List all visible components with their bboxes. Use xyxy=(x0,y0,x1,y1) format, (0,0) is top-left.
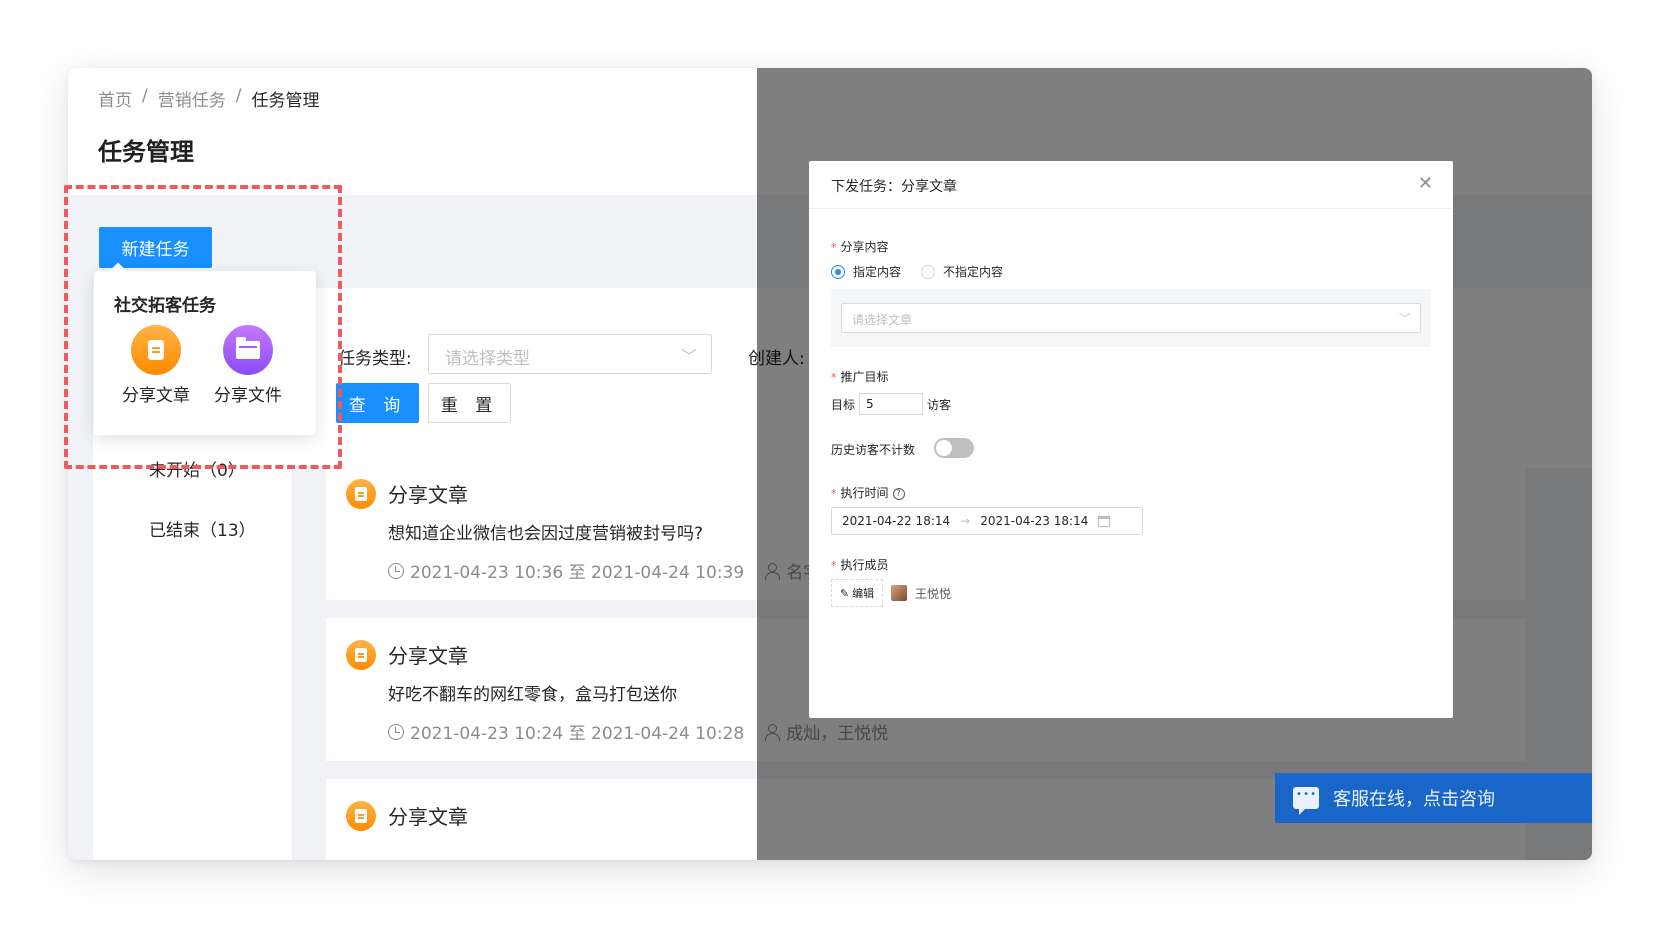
arrow-right-icon: → xyxy=(960,514,971,528)
new-task-popover: 社交拓客任务 分享文章 分享文件 xyxy=(94,271,316,435)
article-box: 请选择文章 ﹀ xyxy=(831,289,1431,347)
help-icon[interactable]: ? xyxy=(892,487,905,500)
goal-prefix: 目标 xyxy=(831,397,856,412)
new-task-button[interactable]: 新建任务 xyxy=(99,227,212,268)
radio-specified[interactable] xyxy=(831,264,845,279)
time-end: 2021-04-23 18:14 xyxy=(980,514,1089,528)
avatar xyxy=(891,585,907,601)
edit-icon: ✎ xyxy=(839,586,850,600)
task-type-label: 任务类型: xyxy=(338,349,412,369)
task-desc: 好吃不翻车的网红零食，盒马打包送你 xyxy=(388,685,677,705)
reset-button[interactable]: 重 置 xyxy=(428,383,511,423)
members-label-text: 执行成员 xyxy=(840,558,889,572)
goal-row: 目标 5 访客 xyxy=(831,393,951,415)
article-icon xyxy=(346,640,376,670)
calendar-icon xyxy=(1098,515,1111,527)
modal-header: 下发任务：分享文章 ✕ xyxy=(809,161,1453,209)
time-label-text: 执行时间 xyxy=(840,486,889,500)
history-toggle[interactable] xyxy=(934,438,974,458)
breadcrumb-parent[interactable]: 营销任务 xyxy=(158,86,226,111)
required-mark: * xyxy=(831,487,837,500)
share-file-option[interactable]: 分享文件 xyxy=(206,325,290,406)
status-ended[interactable]: 已结束（13） xyxy=(149,516,256,541)
popover-title: 社交拓客任务 xyxy=(114,296,216,316)
task-type-select[interactable]: 请选择类型 ﹀ xyxy=(428,334,712,374)
members-label: * 执行成员 xyxy=(831,556,889,573)
breadcrumb-current: 任务管理 xyxy=(251,91,320,111)
task-time: 2021-04-23 10:24 至 2021-04-24 10:28 xyxy=(410,724,745,744)
status-not-started[interactable]: 未开始（0） xyxy=(149,456,245,481)
breadcrumb: 首页 / 营销任务 / 任务管理 xyxy=(98,86,319,111)
required-mark: * xyxy=(831,371,837,384)
chevron-down-icon: ﹀ xyxy=(1399,312,1410,325)
share-article-option[interactable]: 分享文章 xyxy=(114,325,198,406)
history-label: 历史访客不计数 xyxy=(831,443,916,457)
task-desc: 想知道企业微信也会因过度营销被封号吗? xyxy=(388,524,704,544)
task-title: 分享文章 xyxy=(388,483,468,507)
member-row: ✎ 编辑 王悦悦 xyxy=(831,579,951,607)
page-title: 任务管理 xyxy=(98,138,194,166)
clock-icon xyxy=(388,562,404,579)
status-panel: 未开始（0） 已结束（13） xyxy=(93,461,293,860)
task-meta: 2021-04-23 10:36 至 2021-04-24 10:39 名字 xyxy=(388,558,820,583)
task-title: 分享文章 xyxy=(388,644,468,668)
member-name: 王悦悦 xyxy=(915,586,952,601)
chat-icon xyxy=(1293,787,1319,815)
required-mark: * xyxy=(831,241,837,254)
task-time: 2021-04-23 10:36 至 2021-04-24 10:39 xyxy=(410,563,745,583)
time-label: * 执行时间? xyxy=(831,484,905,501)
article-icon xyxy=(131,325,181,375)
task-title: 分享文章 xyxy=(388,805,468,829)
option-label: 分享文件 xyxy=(214,386,282,406)
share-content-label: * 分享内容 xyxy=(831,238,889,255)
share-content-text: 分享内容 xyxy=(840,240,889,254)
assign-task-modal: 下发任务：分享文章 ✕ * 分享内容 指定内容 不指定内容 请选择文章 ﹀ * 推广… xyxy=(809,161,1453,718)
article-icon xyxy=(346,801,376,831)
close-icon[interactable]: ✕ xyxy=(1418,173,1433,194)
article-placeholder: 请选择文章 xyxy=(852,313,913,327)
radio-unspecified-label[interactable]: 不指定内容 xyxy=(943,263,1003,280)
breadcrumb-home[interactable]: 首页 xyxy=(98,86,132,111)
app-window: 首页 / 营销任务 / 任务管理 任务管理 新建任务 任务类型: 请选择类型 ﹀… xyxy=(68,68,1592,860)
edit-members-button[interactable]: ✎ 编辑 xyxy=(831,579,883,607)
radio-unspecified[interactable] xyxy=(921,264,936,279)
article-icon xyxy=(346,479,376,509)
option-label: 分享文章 xyxy=(122,386,190,406)
goal-label-text: 推广目标 xyxy=(840,370,889,384)
time-range-picker[interactable]: 2021-04-22 18:14 → 2021-04-23 18:14 xyxy=(831,507,1143,535)
required-mark: * xyxy=(831,559,837,572)
chat-label: 客服在线，点击咨询 xyxy=(1333,789,1495,810)
modal-title: 下发任务：分享文章 xyxy=(831,179,957,195)
breadcrumb-separator: / xyxy=(235,86,242,106)
edit-label: 编辑 xyxy=(852,587,875,600)
goal-label: * 推广目标 xyxy=(831,368,889,385)
task-type-placeholder: 请选择类型 xyxy=(445,349,530,369)
share-content-radio-group: 指定内容 不指定内容 xyxy=(831,263,1003,280)
customer-service-widget[interactable]: 客服在线，点击咨询 xyxy=(1275,773,1592,823)
query-button[interactable]: 查 询 xyxy=(336,383,419,423)
time-start: 2021-04-22 18:14 xyxy=(842,514,951,528)
goal-input[interactable]: 5 xyxy=(859,393,924,415)
clock-icon xyxy=(388,723,404,740)
breadcrumb-separator: / xyxy=(142,86,148,106)
radio-specified-label[interactable]: 指定内容 xyxy=(853,263,901,280)
chevron-down-icon: ﹀ xyxy=(680,347,697,366)
article-select[interactable]: 请选择文章 ﹀ xyxy=(841,303,1421,333)
folder-icon xyxy=(223,325,273,375)
goal-unit: 访客 xyxy=(927,397,952,412)
